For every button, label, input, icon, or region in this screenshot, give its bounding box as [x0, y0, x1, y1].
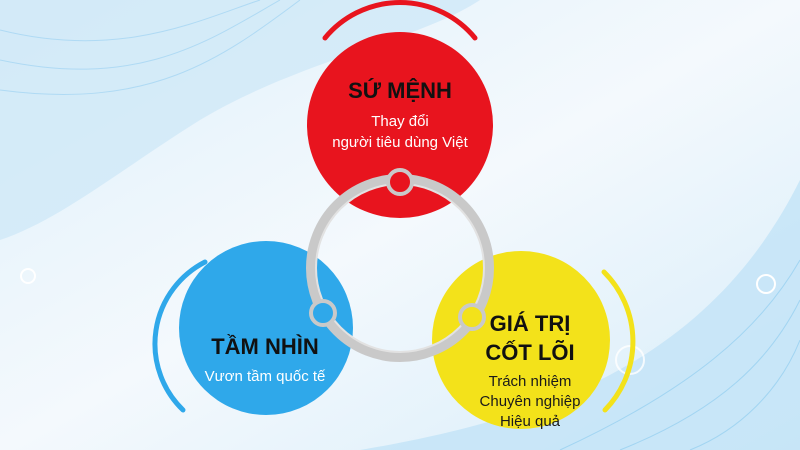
- values-line-2: Chuyên nghiệp: [479, 393, 581, 410]
- values-line-3: Hiệu quả: [499, 413, 561, 430]
- mission-line-2: người tiêu dùng Việt: [332, 134, 468, 151]
- vision-line-1: Vươn tầm quốc tế: [204, 368, 326, 385]
- slide: SỨ MỆNH Thay đổi người tiêu dùng Việt TẦ…: [0, 0, 800, 450]
- mission-title: SỨ MỆNH: [348, 78, 452, 103]
- vision-title: TẦM NHÌN: [211, 334, 319, 359]
- values-title-2: CỐT LÕI: [485, 340, 575, 365]
- values-line-1: Trách nhiệm: [488, 373, 572, 390]
- mission-knob: [386, 168, 414, 196]
- vision-circle: [179, 241, 353, 415]
- background-art: [0, 0, 800, 450]
- vision-knob: [309, 299, 337, 327]
- values-title-1: GIÁ TRỊ: [489, 311, 571, 336]
- mission-line-1: Thay đổi: [371, 113, 429, 130]
